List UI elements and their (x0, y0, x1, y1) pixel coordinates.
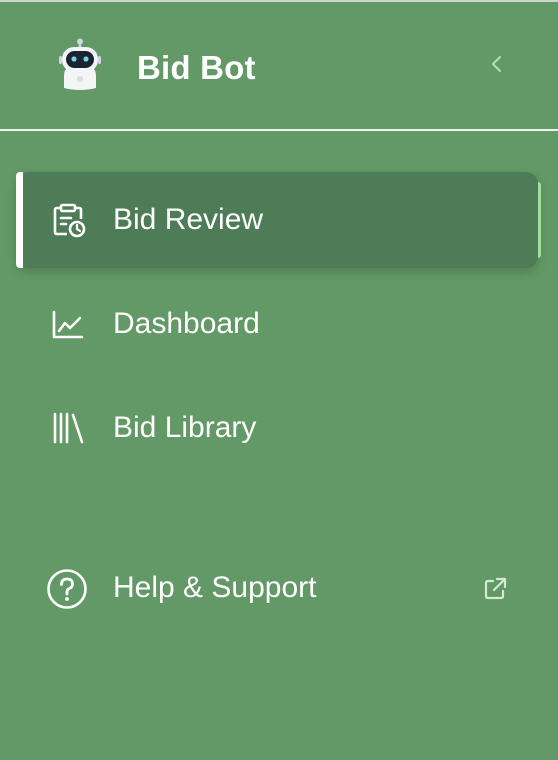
clipboard-clock-icon (50, 202, 86, 238)
nav-item-label: Bid Review (113, 203, 264, 236)
collapse-sidebar-button[interactable] (484, 50, 510, 78)
line-chart-icon (50, 306, 86, 342)
sidebar-header: Bid Bot (0, 2, 558, 130)
nav-item-bid-library[interactable]: Bid Library (16, 380, 538, 476)
library-books-icon (50, 410, 86, 446)
question-circle-icon (46, 568, 88, 610)
app-title: Bid Bot (137, 49, 256, 86)
nav-item-label: Dashboard (113, 307, 260, 340)
chevron-left-icon (491, 55, 502, 73)
header-divider (0, 129, 558, 131)
sidebar: Bid Bot Bid Review Dashboard Bid Library… (0, 0, 558, 760)
nav-item-bid-review[interactable]: Bid Review (16, 172, 541, 268)
help-support-label: Help & Support (113, 571, 317, 604)
help-support-link[interactable]: Help & Support (16, 540, 538, 636)
nav-item-dashboard[interactable]: Dashboard (16, 276, 538, 372)
nav-item-label: Bid Library (113, 411, 257, 444)
robot-logo-icon (58, 38, 102, 90)
external-link-icon (482, 576, 508, 602)
